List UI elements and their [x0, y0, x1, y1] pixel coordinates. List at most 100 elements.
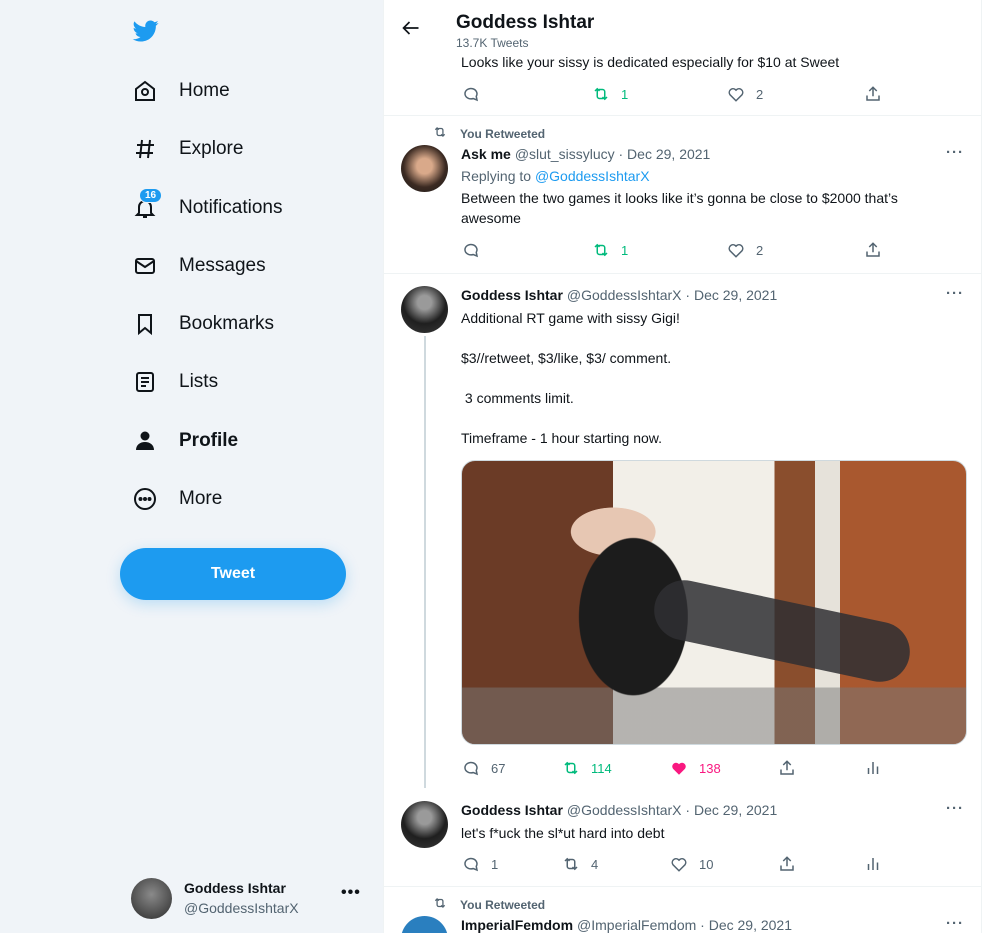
more-options-icon[interactable]: ···: [946, 144, 964, 161]
heart-filled-icon: [669, 758, 689, 778]
notification-count-badge: 16: [139, 188, 163, 203]
like-count: 2: [756, 86, 764, 102]
tweet-header: Goddess Ishtar @GoddessIshtarX · Dec 29, …: [461, 802, 777, 818]
share-icon: [863, 240, 883, 260]
analytics-button[interactable]: [863, 758, 893, 778]
tweet-date[interactable]: · Dec 29, 2021: [685, 802, 777, 818]
twitter-logo-icon[interactable]: [131, 18, 161, 44]
replying-to: Replying to @GoddessIshtarX: [461, 166, 961, 186]
back-arrow-icon[interactable]: [402, 20, 420, 41]
username[interactable]: @slut_sissylucy: [515, 146, 615, 162]
more-options-icon[interactable]: ···: [946, 800, 964, 817]
more-options-icon[interactable]: ···: [946, 915, 964, 932]
like-button[interactable]: 138: [669, 758, 721, 778]
retweet-button[interactable]: 114: [561, 758, 612, 778]
avatar[interactable]: [401, 145, 448, 192]
tweet-3[interactable]: Goddess Ishtar @GoddessIshtarX · Dec 29, …: [384, 788, 981, 887]
account-names: Goddess Ishtar @GoddessIshtarX: [184, 878, 299, 918]
hashtag-icon: [131, 135, 159, 163]
nav-lists[interactable]: Lists: [131, 362, 218, 402]
display-name[interactable]: Goddess Ishtar: [461, 287, 563, 303]
retweet-button[interactable]: 1: [591, 84, 628, 104]
page-title: Goddess Ishtar: [456, 12, 595, 33]
analytics-icon: [863, 854, 883, 874]
more-circle-icon: [131, 485, 159, 513]
retweet-button[interactable]: 4: [561, 854, 598, 874]
reply-count: 67: [491, 760, 506, 776]
account-switcher[interactable]: Goddess Ishtar @GoddessIshtarX •••: [131, 874, 371, 922]
nav-explore[interactable]: Explore: [131, 129, 243, 169]
tweet-actions: 1 2: [461, 84, 901, 104]
like-button[interactable]: 2: [726, 240, 763, 260]
nav-profile[interactable]: Profile: [131, 421, 238, 461]
left-sidebar: Home Explore 16 Notifications Messages B…: [0, 0, 383, 933]
more-options-icon[interactable]: ···: [946, 285, 964, 302]
share-button[interactable]: [863, 240, 893, 260]
retweeted-label: You Retweeted: [460, 897, 546, 912]
retweet-count: 4: [591, 856, 599, 872]
nav-bookmarks[interactable]: Bookmarks: [131, 304, 274, 344]
display-name[interactable]: Goddess Ishtar: [461, 802, 563, 818]
share-button[interactable]: [777, 758, 807, 778]
tweet-count: 13.7K Tweets: [456, 36, 529, 50]
nav-messages[interactable]: Messages: [131, 246, 266, 286]
nav-home[interactable]: Home: [131, 71, 230, 111]
account-display-name: Goddess Ishtar: [184, 880, 286, 896]
tweet-button[interactable]: Tweet: [120, 548, 346, 600]
tweet-text-line-2: $3//retweet, $3/like, $3/ comment.: [461, 350, 672, 366]
nav-bookmarks-label: Bookmarks: [179, 313, 275, 334]
tweet-text-line-3: 3 comments limit.: [461, 390, 574, 406]
avatar[interactable]: [401, 801, 448, 848]
tweet-actions: 1 2: [461, 240, 901, 260]
retweet-button[interactable]: 1: [591, 240, 628, 260]
heart-icon: [726, 240, 746, 260]
heart-icon: [726, 84, 746, 104]
account-menu-icon[interactable]: •••: [341, 884, 361, 902]
reply-icon: [461, 240, 481, 260]
tweet-text-line-4: Timeframe - 1 hour starting now.: [461, 430, 663, 446]
retweet-small-icon: [432, 125, 448, 142]
reply-button[interactable]: 1: [461, 854, 498, 874]
reply-button[interactable]: 67: [461, 758, 505, 778]
tweet-date[interactable]: · Dec 29, 2021: [685, 287, 777, 303]
reply-button[interactable]: [461, 84, 491, 104]
tweet-photo[interactable]: [461, 460, 967, 745]
retweet-count: 114: [591, 760, 612, 776]
display-name[interactable]: Ask me: [461, 146, 511, 162]
analytics-button[interactable]: [863, 854, 893, 874]
mention-link[interactable]: @GoddessIshtarX: [535, 168, 650, 184]
nav-notifications[interactable]: 16 Notifications: [131, 188, 283, 228]
tweet-date[interactable]: · Dec 29, 2021: [619, 146, 711, 162]
like-button[interactable]: 10: [669, 854, 713, 874]
retweet-small-icon: [432, 896, 448, 913]
tweet-text: let's f*uck the sl*ut hard into debt: [461, 825, 665, 841]
avatar[interactable]: [401, 916, 448, 933]
reply-button[interactable]: [461, 240, 491, 260]
tweet-1[interactable]: You Retweeted Ask me @slut_sissylucy · De…: [384, 116, 981, 274]
bookmark-icon: [131, 310, 159, 338]
nav-notifications-label: Notifications: [179, 197, 283, 218]
retweeted-indicator: You Retweeted: [432, 125, 545, 142]
retweet-count: 1: [621, 242, 629, 258]
display-name[interactable]: ImperialFemdom: [461, 917, 573, 933]
tweet-header: Ask me @slut_sissylucy · Dec 29, 2021: [461, 146, 710, 162]
retweet-count: 1: [621, 86, 629, 102]
like-button[interactable]: 2: [726, 84, 763, 104]
nav-more[interactable]: More: [131, 479, 222, 519]
share-icon: [777, 854, 797, 874]
retweet-icon: [591, 84, 611, 104]
bell-icon: 16: [131, 188, 163, 222]
nav-explore-label: Explore: [179, 138, 244, 159]
username[interactable]: @GoddessIshtarX: [567, 802, 682, 818]
tweet-4[interactable]: You Retweeted ImperialFemdom @ImperialFem…: [384, 887, 981, 933]
home-icon: [131, 77, 159, 105]
share-button[interactable]: [777, 854, 807, 874]
tweet-date[interactable]: · Dec 29, 2021: [700, 917, 792, 933]
username[interactable]: @ImperialFemdom: [577, 917, 696, 933]
username[interactable]: @GoddessIshtarX: [567, 287, 682, 303]
account-avatar: [131, 877, 172, 919]
share-button[interactable]: [863, 84, 893, 104]
reply-icon: [461, 854, 481, 874]
avatar[interactable]: [401, 286, 448, 333]
tweet-2-actions: 67 114 138: [461, 758, 901, 778]
